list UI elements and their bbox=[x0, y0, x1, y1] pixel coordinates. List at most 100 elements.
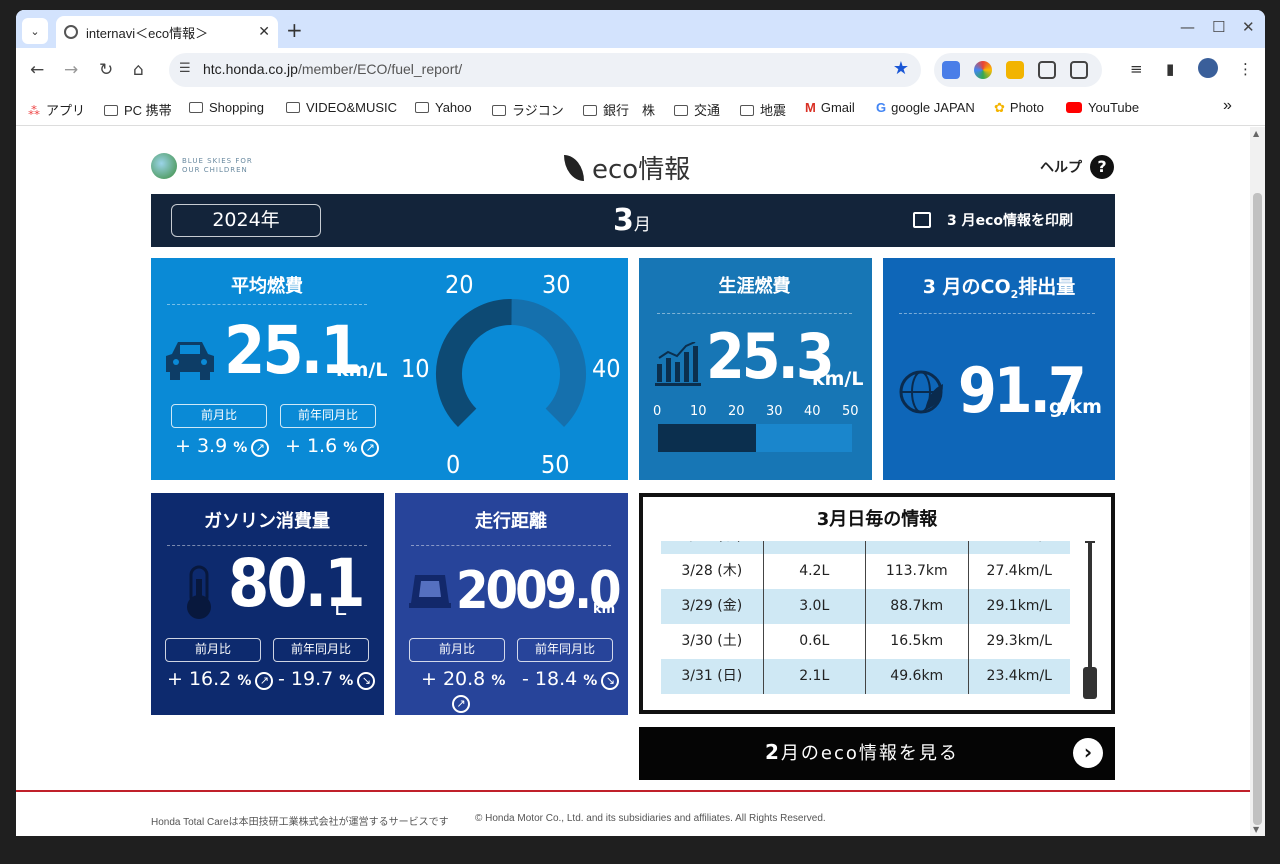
minimize-icon[interactable]: — bbox=[1180, 18, 1195, 36]
leaf-icon bbox=[564, 154, 584, 181]
prev-month-trend: ↗ bbox=[448, 691, 470, 713]
prev-year-label: 前年同月比 bbox=[280, 404, 376, 428]
economy-cell: 24.2km/L bbox=[969, 541, 1071, 554]
prev-month-change: + 3.9 % ↗ bbox=[175, 435, 270, 457]
bookmark-folder-pc[interactable]: PC 携帯 bbox=[104, 100, 172, 119]
daily-info-title: 3月日毎の情報 bbox=[816, 509, 938, 530]
navigation-screen-icon bbox=[409, 575, 451, 608]
puzzle-extensions-icon[interactable] bbox=[1070, 61, 1088, 79]
trend-up-icon: ↗ bbox=[361, 439, 380, 457]
gauge-tick-0: 0 bbox=[446, 450, 461, 479]
bookmark-youtube[interactable]: YouTube bbox=[1066, 100, 1139, 115]
chrome-extension-icon[interactable] bbox=[974, 61, 992, 79]
view-february-label: 2月のeco情報を見る bbox=[765, 740, 959, 764]
date-cell: 3/30 (土) bbox=[661, 624, 764, 659]
page-scrollbar-thumb[interactable] bbox=[1253, 193, 1262, 825]
bookmark-folder-video[interactable]: VIDEO&MUSIC bbox=[286, 100, 397, 115]
scale-0: 0 bbox=[653, 404, 662, 419]
scale-20: 20 bbox=[728, 404, 745, 419]
new-tab-button[interactable]: + bbox=[286, 18, 303, 42]
brush-extension-icon[interactable] bbox=[1006, 61, 1024, 79]
bookmark-gmail[interactable]: M Gmail bbox=[805, 100, 855, 115]
divider bbox=[899, 313, 1095, 314]
bookmark-folder-radicon[interactable]: ラジコン bbox=[492, 100, 564, 119]
fuel-cell: 4.2L bbox=[764, 554, 866, 589]
chat-extension-icon[interactable] bbox=[1038, 61, 1056, 79]
distance-cell: 49.6km bbox=[866, 659, 969, 694]
reload-icon[interactable]: ↻ bbox=[99, 60, 113, 80]
bookmark-folder-bank[interactable]: 銀行 株 bbox=[583, 100, 655, 119]
scroll-up-icon[interactable]: ▲ bbox=[1253, 129, 1259, 138]
card-title: 平均燃費 bbox=[231, 276, 303, 297]
economy-cell: 29.1km/L bbox=[986, 598, 1052, 614]
prev-month-change: + 16.2 % ↗ bbox=[167, 668, 274, 690]
card-title: 生涯燃費 bbox=[718, 276, 791, 297]
bookmark-google[interactable]: Ggoogle JAPAN bbox=[876, 100, 975, 115]
page-scrollbar[interactable]: ▲ ▼ bbox=[1250, 127, 1265, 836]
print-button[interactable]: 3 月eco情報を印刷 bbox=[913, 210, 1073, 230]
car-icon bbox=[166, 342, 214, 380]
gmail-icon: M bbox=[805, 100, 816, 115]
page-content: BLUE SKIES FOR OUR CHILDREN eco情報 ヘルプ ? … bbox=[16, 127, 1250, 836]
address-bar[interactable]: ☰ htc.honda.co.jp/member/ECO/fuel_report… bbox=[169, 53, 921, 87]
trend-up-icon: ↗ bbox=[251, 439, 270, 457]
chevron-right-icon: › bbox=[1073, 738, 1103, 768]
bookmark-photo[interactable]: ✿ Photo bbox=[994, 100, 1044, 116]
active-tab[interactable]: internavi＜eco情報＞ ✕ bbox=[56, 16, 278, 48]
distance-cell: 16.5km bbox=[866, 624, 969, 659]
profile-avatar[interactable] bbox=[1198, 58, 1218, 78]
divider bbox=[167, 304, 367, 305]
url-text[interactable]: htc.honda.co.jp/member/ECO/fuel_report/ bbox=[203, 61, 462, 77]
scale-10: 10 bbox=[690, 404, 707, 419]
folder-icon bbox=[286, 102, 300, 113]
trend-up-icon: ↗ bbox=[255, 672, 274, 690]
forward-icon[interactable]: → bbox=[64, 60, 78, 80]
site-info-icon[interactable]: ☰ bbox=[179, 61, 191, 76]
fuel-cell: 3.0L bbox=[764, 589, 866, 624]
prev-year-label: 前年同月比 bbox=[517, 638, 613, 662]
trend-up-icon: ↗ bbox=[452, 695, 470, 713]
browser-window: ⌄ internavi＜eco情報＞ ✕ + — ☐ ✕ ← → ↻ ⌂ ☰ h… bbox=[16, 10, 1265, 836]
economy-cell: 23.4km/L bbox=[986, 668, 1052, 684]
scroll-down-icon[interactable]: ▼ bbox=[1253, 825, 1259, 834]
tab-title: internavi＜eco情報＞ bbox=[86, 25, 209, 41]
bookmarks-bar: ⁂ アプリ PC 携帯 Shopping VIDEO&MUSIC Yahoo ラジ… bbox=[16, 92, 1265, 126]
year-selector[interactable]: 2024年 bbox=[171, 204, 321, 237]
fuel-cell: 2.1L bbox=[764, 659, 866, 694]
photos-pinwheel-icon: ✿ bbox=[994, 100, 1005, 115]
reading-list-icon[interactable]: ≡ bbox=[1130, 60, 1143, 78]
prev-month-label: 前月比 bbox=[171, 404, 267, 428]
bookmark-folder-traffic[interactable]: 交通 bbox=[674, 100, 720, 119]
scrollbar-cap bbox=[1085, 541, 1095, 543]
bookmark-folder-earthquake[interactable]: 地震 bbox=[740, 100, 786, 119]
menu-kebab-icon[interactable]: ⋮ bbox=[1238, 60, 1253, 78]
tab-search-chevron-icon[interactable]: ⌄ bbox=[22, 18, 48, 44]
maximize-icon[interactable]: ☐ bbox=[1212, 18, 1225, 36]
table-row: 3/27 (水) 0.9L 20.7km 24.2km/L bbox=[661, 541, 1070, 554]
youtube-icon bbox=[1066, 102, 1082, 113]
side-panel-icon[interactable]: ▮ bbox=[1166, 60, 1174, 78]
more-bookmarks-icon[interactable]: » bbox=[1223, 97, 1232, 115]
scale-30: 30 bbox=[766, 404, 783, 419]
bookmark-apps[interactable]: ⁂ アプリ bbox=[28, 100, 85, 119]
logo-text: BLUE SKIES FOR OUR CHILDREN bbox=[182, 157, 253, 174]
footer-copyright: © Honda Motor Co., Ltd. and its subsidia… bbox=[475, 813, 826, 824]
view-february-button[interactable]: 2月のeco情報を見る › bbox=[639, 727, 1115, 780]
prev-year-change: + 1.6 % ↗ bbox=[285, 435, 380, 457]
home-icon[interactable]: ⌂ bbox=[133, 60, 144, 80]
bookmark-star-icon[interactable]: ★ bbox=[893, 58, 909, 79]
tab-close-icon[interactable]: ✕ bbox=[258, 24, 270, 40]
daily-table-scrollbar[interactable] bbox=[1083, 541, 1097, 699]
footer-divider bbox=[16, 790, 1250, 792]
prev-month-change: + 20.8 % bbox=[421, 668, 506, 690]
daily-table[interactable]: 3/27 (水) 0.9L 20.7km 24.2km/L 3/28 (木) 4… bbox=[661, 541, 1070, 698]
help-link[interactable]: ヘルプ ? bbox=[1040, 155, 1114, 179]
bookmark-folder-yahoo[interactable]: Yahoo bbox=[415, 100, 472, 115]
co2-unit: g/km bbox=[1049, 396, 1102, 418]
bookmark-folder-shopping[interactable]: Shopping bbox=[189, 100, 264, 115]
window-close-icon[interactable]: ✕ bbox=[1242, 18, 1255, 36]
table-row: 3/31 (日) 2.1L 49.6km 23.4km/L bbox=[661, 659, 1070, 694]
scrollbar-thumb[interactable] bbox=[1083, 667, 1097, 699]
back-icon[interactable]: ← bbox=[30, 60, 44, 80]
translate-extension-icon[interactable] bbox=[942, 61, 960, 79]
